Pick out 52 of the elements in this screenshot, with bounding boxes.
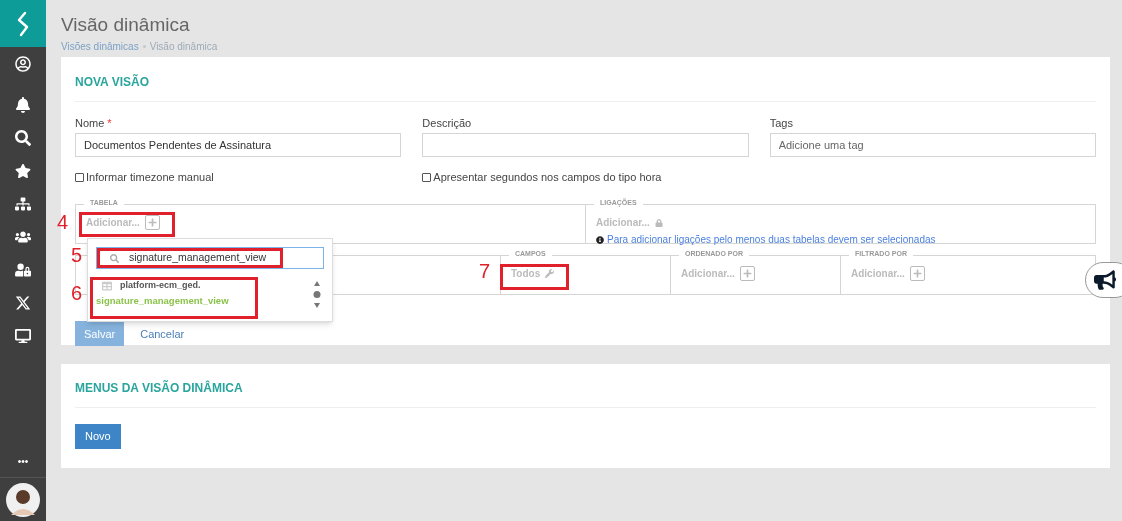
bell-icon[interactable] <box>15 96 31 113</box>
checkbox[interactable] <box>422 172 432 182</box>
text-field[interactable]: Documentos Pendentes de Assinatura <box>75 132 402 157</box>
search-field[interactable]: signature_management_view <box>96 247 324 269</box>
more-button[interactable]: ••• <box>0 454 46 477</box>
lock-icon <box>654 218 663 227</box>
annotation-number: 7 <box>479 261 491 281</box>
x-icon[interactable] <box>15 294 31 311</box>
annotation-number: 4 <box>57 212 69 232</box>
search-icon <box>110 253 119 263</box>
result-item[interactable]: platform-ecm_ged. signature_management_view <box>96 279 229 308</box>
result-name: signature_management_view <box>96 293 229 308</box>
info-icon <box>596 235 604 244</box>
user-lock-icon[interactable] <box>15 261 31 278</box>
table-icon <box>102 280 112 291</box>
star-icon[interactable] <box>15 162 31 179</box>
sitemap-icon[interactable] <box>15 195 31 212</box>
field-label: Descrição <box>422 115 473 129</box>
annotation-number: 6 <box>71 283 83 303</box>
new-button[interactable]: Novo <box>75 423 121 449</box>
app-logo[interactable] <box>0 0 46 47</box>
logo-icon <box>16 10 30 37</box>
add-link[interactable]: Todos <box>511 266 541 282</box>
save-button[interactable]: Salvar <box>75 321 125 347</box>
text-field[interactable] <box>422 132 749 157</box>
breadcrumb-current: Visão dinâmica <box>149 40 218 55</box>
add-link[interactable]: Adicionar... <box>86 215 140 231</box>
annotation-box <box>500 264 569 290</box>
text-field[interactable]: Adicione uma tag <box>769 132 1096 157</box>
page-title: Visão dinâmica <box>61 13 191 37</box>
user-icon[interactable] <box>15 55 31 72</box>
checkbox[interactable] <box>75 172 84 182</box>
add-link[interactable]: Adicionar... <box>681 266 735 282</box>
result-schema: platform-ecm_ged. <box>120 279 201 292</box>
avatar[interactable] <box>6 482 40 517</box>
checkbox-label: Informar timezone manual <box>86 169 214 185</box>
add-link[interactable]: Adicionar... <box>851 266 905 282</box>
field-label: Nome * <box>75 115 113 129</box>
monitor-icon[interactable] <box>15 327 31 344</box>
announcement-button[interactable] <box>1085 262 1122 298</box>
field-label: Tags <box>769 115 794 129</box>
card-title: NOVA VISÃO <box>75 56 1096 102</box>
breadcrumb-link[interactable]: Visões dinâmicas <box>61 39 139 55</box>
search-icon[interactable] <box>15 129 31 146</box>
info-text: Para adicionar ligações pelo menos duas tabelas devem ser selecionadas <box>607 233 936 248</box>
card-title: MENUS DA VISÃO DINÂMICA <box>75 363 1096 408</box>
annotation-box: signature_management_view <box>97 248 284 268</box>
annotation-number: 5 <box>71 245 83 265</box>
checkbox-label: Apresentar segundos nos campos do tipo hora <box>433 169 662 185</box>
megaphone-icon <box>1094 270 1116 290</box>
cancel-link[interactable]: Cancelar <box>140 325 185 342</box>
add-link[interactable]: Adicionar... <box>596 215 650 231</box>
